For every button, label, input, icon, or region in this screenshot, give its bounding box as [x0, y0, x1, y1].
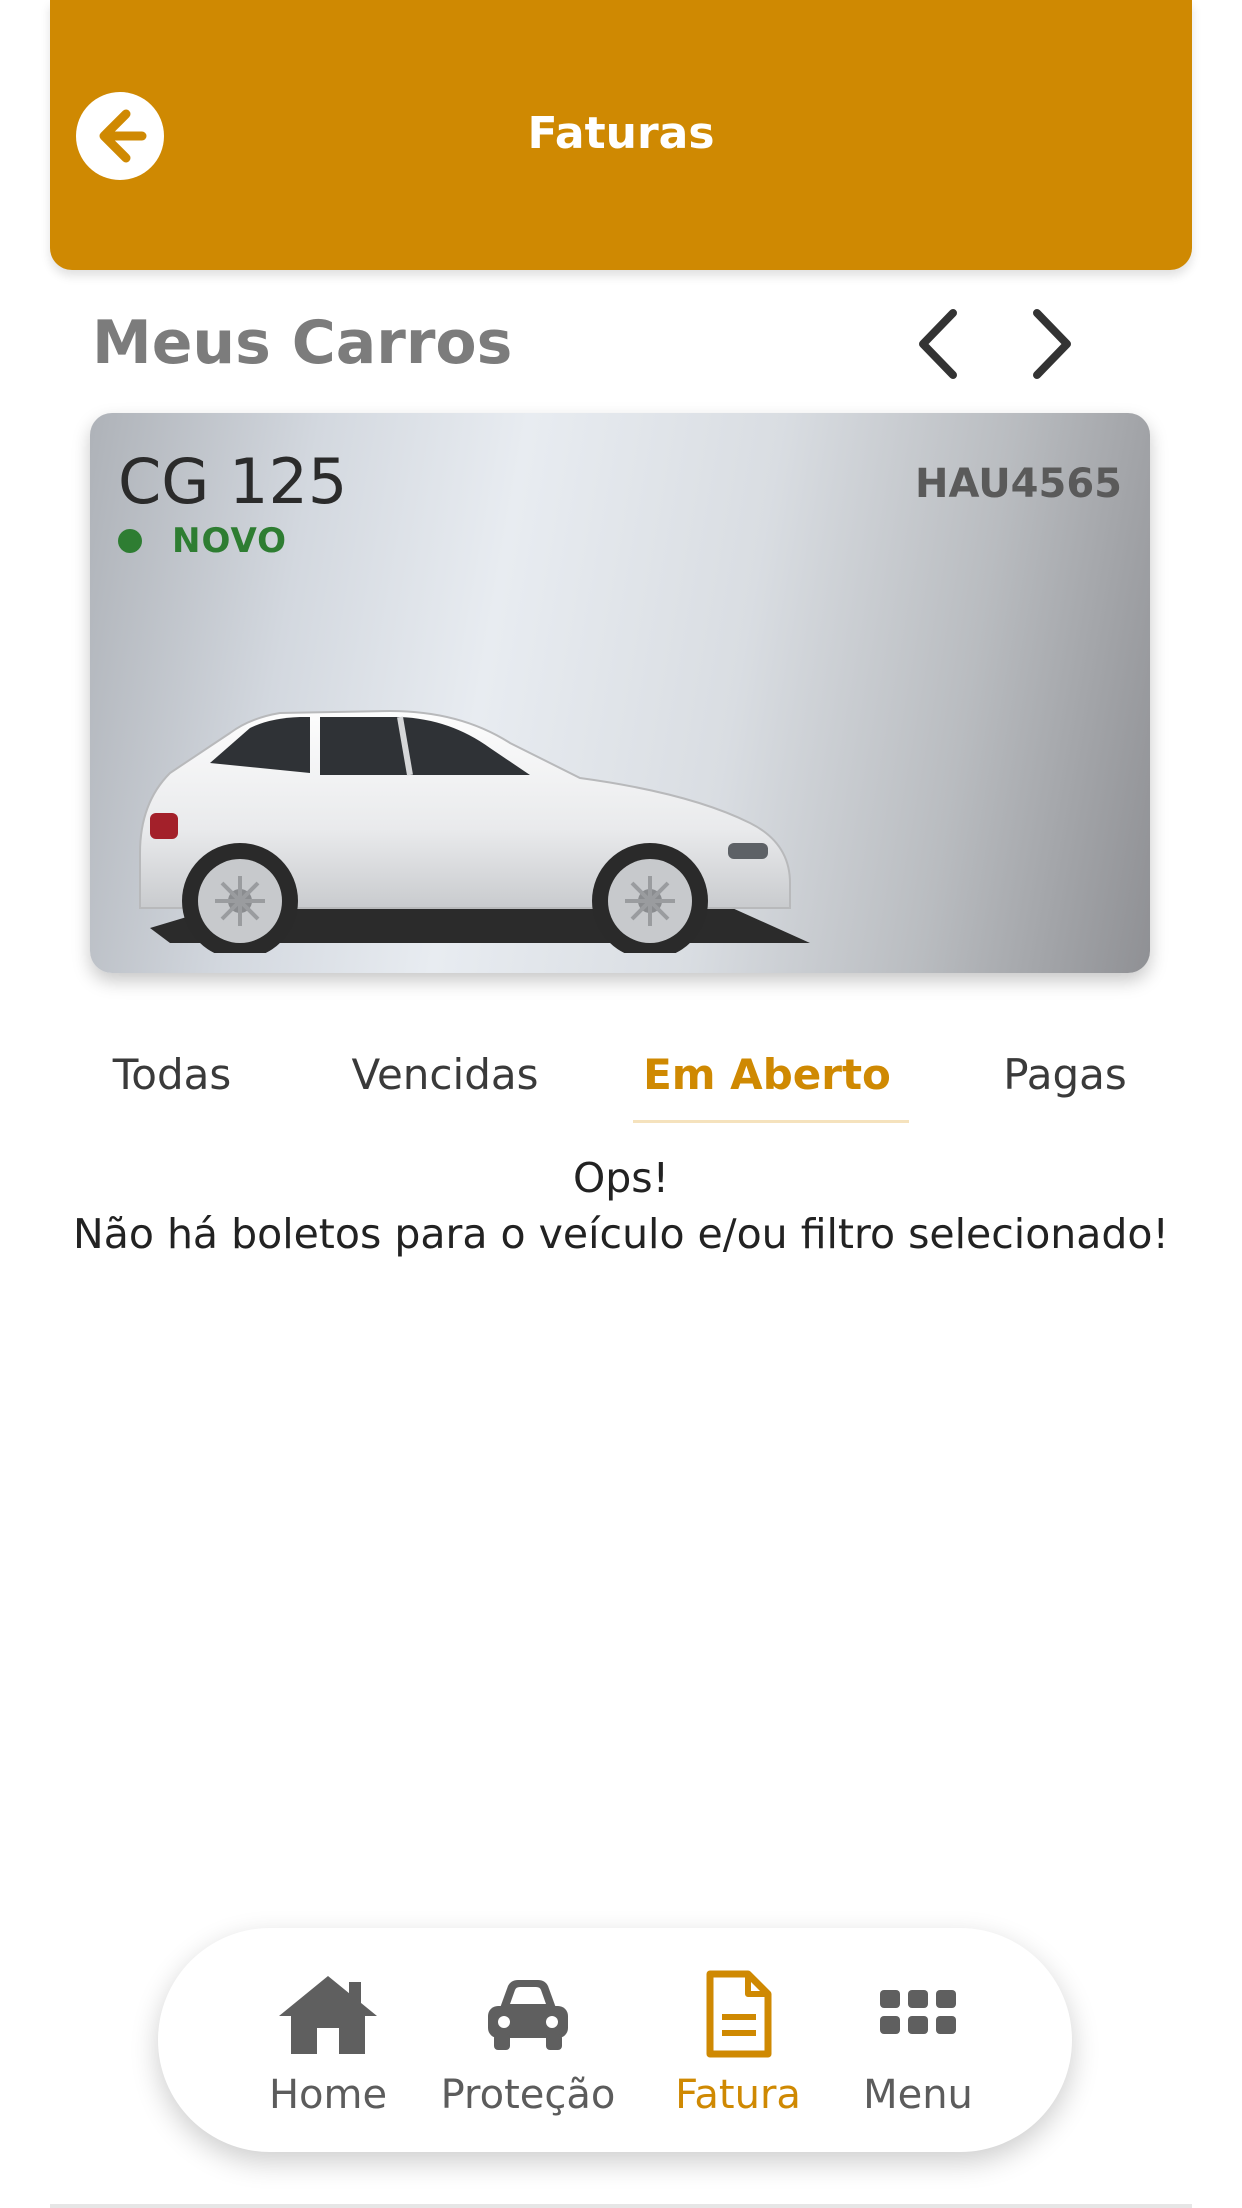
empty-state-text: Não há boletos para o veículo e/ou filtr… — [73, 1210, 1169, 1258]
empty-state-message: Ops! Não há boletos para o veículo e/ou … — [50, 1150, 1192, 1262]
nav-protecao-label: Proteção — [440, 2072, 616, 2118]
grid-icon — [880, 1990, 956, 2034]
home-icon — [279, 1976, 377, 2054]
nav-home-label: Home — [268, 2072, 388, 2118]
car-model: CG 125 — [118, 445, 348, 518]
nav-menu-label: Menu — [863, 2072, 973, 2118]
bottom-navigation: Home Proteção Fatura Menu — [158, 1928, 1072, 2152]
nav-protecao[interactable]: Proteção — [428, 1970, 628, 2118]
tab-em-aberto[interactable]: Em Aberto — [632, 1050, 902, 1099]
nav-fatura-label: Fatura — [675, 2072, 801, 2118]
tab-todas[interactable]: Todas — [112, 1050, 232, 1099]
nav-fatura[interactable]: Fatura — [658, 1970, 818, 2118]
tab-pagas[interactable]: Pagas — [995, 1050, 1135, 1099]
bottom-divider — [50, 2204, 1192, 2208]
empty-state-title: Ops! — [572, 1154, 670, 1202]
car-plate: HAU4565 — [914, 461, 1122, 507]
car-status: NOVO — [118, 521, 287, 561]
previous-car-button[interactable] — [905, 305, 975, 383]
status-dot-icon — [118, 529, 142, 553]
status-label: NOVO — [172, 521, 288, 561]
invoice-filter-tabs: Todas Vencidas Em Aberto Pagas — [50, 1036, 1192, 1126]
car-card[interactable]: CG 125 HAU4565 NOVO — [90, 413, 1150, 973]
document-icon — [706, 1970, 772, 2058]
my-cars-title: Meus Carros — [92, 308, 513, 378]
app-screen: Faturas Meus Carros CG 125 HAU4565 NOVO — [50, 0, 1192, 2208]
tab-vencidas[interactable]: Vencidas — [350, 1050, 540, 1099]
active-tab-indicator — [633, 1120, 909, 1123]
chevron-left-icon — [919, 309, 957, 379]
nav-menu[interactable]: Menu — [838, 1970, 998, 2118]
next-car-button[interactable] — [1015, 305, 1085, 383]
chevron-right-icon — [1033, 309, 1071, 379]
nav-home[interactable]: Home — [258, 1970, 398, 2118]
header-bar: Faturas — [50, 0, 1192, 270]
page-title: Faturas — [527, 108, 715, 159]
car-image — [139, 709, 810, 953]
car-icon — [488, 1980, 568, 2050]
